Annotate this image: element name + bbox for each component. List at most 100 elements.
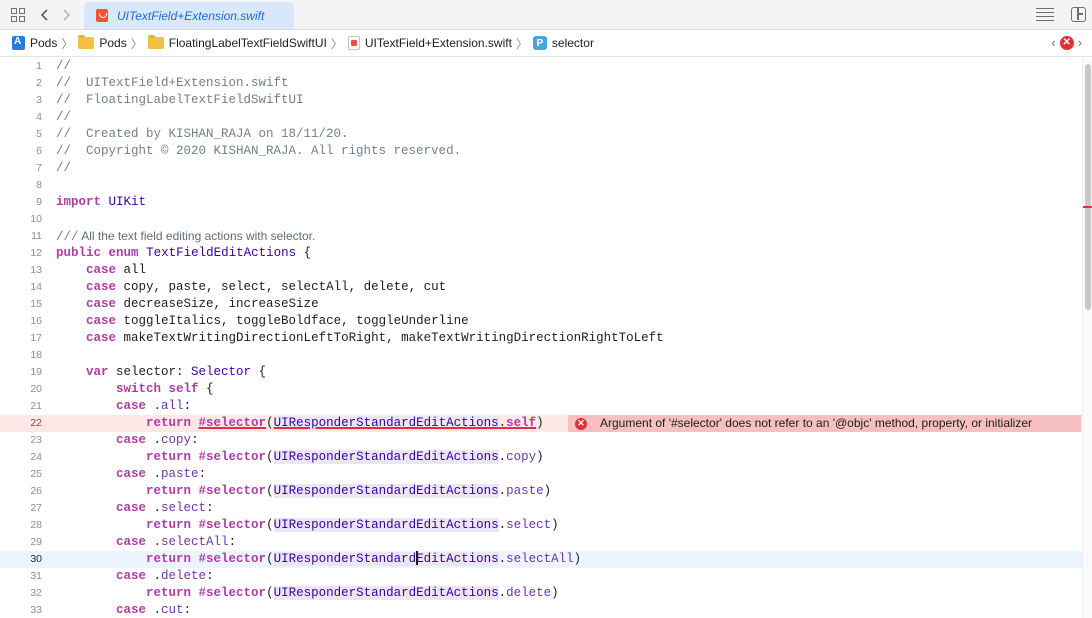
line-number: 17 bbox=[30, 332, 42, 344]
code-text: return #selector(UIResponderStandardEdit… bbox=[146, 551, 582, 566]
code-line[interactable]: 15 case decreaseSize, increaseSize bbox=[0, 296, 1082, 313]
code-text: case makeTextWritingDirectionLeftToRight… bbox=[86, 331, 664, 345]
swift-file-icon bbox=[347, 36, 360, 50]
code-text: case copy, paste, select, selectAll, del… bbox=[86, 280, 447, 294]
code-line[interactable]: 7 // bbox=[0, 160, 1082, 177]
line-number: 25 bbox=[30, 468, 42, 480]
breadcrumb-item-group[interactable]: FloatingLabelTextFieldSwiftUI 〉 bbox=[147, 35, 348, 52]
code-line[interactable]: 1 // bbox=[0, 58, 1082, 75]
code-line[interactable]: 13 case all bbox=[0, 262, 1082, 279]
code-line[interactable]: 18 bbox=[0, 347, 1082, 364]
code-line[interactable]: 16 case toggleItalics, toggleBoldface, t… bbox=[0, 313, 1082, 330]
breadcrumb-separator-icon: 〉 bbox=[515, 36, 528, 51]
code-text: // Copyright © 2020 KISHAN_RAJA. All rig… bbox=[56, 144, 462, 158]
next-issue-chevron-icon[interactable]: › bbox=[1078, 35, 1082, 50]
error-badge-icon[interactable]: ✕ bbox=[1059, 35, 1074, 50]
related-items-grid-icon[interactable] bbox=[8, 5, 28, 25]
line-number: 3 bbox=[36, 94, 42, 106]
code-text: public enum TextFieldEditActions { bbox=[56, 246, 312, 260]
back-chevron-icon[interactable] bbox=[34, 5, 54, 25]
line-number: 13 bbox=[30, 264, 42, 276]
code-line[interactable]: 30 return #selector(UIResponderStandardE… bbox=[0, 551, 1082, 568]
code-line[interactable]: 10 bbox=[0, 211, 1082, 228]
editor-scrollbar[interactable] bbox=[1082, 58, 1092, 618]
code-line[interactable]: 22 return #selector(UIResponderStandardE… bbox=[0, 415, 1082, 432]
code-text: return #selector(UIResponderStandardEdit… bbox=[146, 518, 559, 532]
code-text: // Created by KISHAN_RAJA on 18/11/20. bbox=[56, 127, 349, 141]
folder-icon bbox=[78, 35, 95, 49]
code-line[interactable]: 32 return #selector(UIResponderStandardE… bbox=[0, 585, 1082, 602]
previous-issue-chevron-icon[interactable]: ‹ bbox=[1051, 35, 1055, 50]
breadcrumb-item-pods-project[interactable]: Pods 〉 bbox=[12, 35, 78, 52]
text-caret bbox=[416, 551, 418, 565]
breadcrumb-label: UITextField+Extension.swift bbox=[364, 36, 512, 50]
line-number: 22 bbox=[30, 417, 42, 429]
code-text: case .cut: bbox=[116, 603, 192, 617]
code-text: case .all: bbox=[116, 399, 192, 413]
line-number: 31 bbox=[30, 570, 42, 582]
tab-bar: UITextField+Extension.swift bbox=[0, 0, 1092, 30]
breadcrumb-label: selector bbox=[551, 36, 594, 50]
scrollbar-thumb[interactable] bbox=[1085, 64, 1091, 310]
code-line[interactable]: 28 return #selector(UIResponderStandardE… bbox=[0, 517, 1082, 534]
editor-options-lines-icon[interactable] bbox=[1036, 8, 1054, 22]
code-line[interactable]: 26 return #selector(UIResponderStandardE… bbox=[0, 483, 1082, 500]
code-line[interactable]: 21 case .all: bbox=[0, 398, 1082, 415]
code-line[interactable]: 31 case .delete: bbox=[0, 568, 1082, 585]
line-number: 2 bbox=[36, 77, 42, 89]
code-line[interactable]: 33 case .cut: bbox=[0, 602, 1082, 618]
code-line[interactable]: 17 case makeTextWritingDirectionLeftToRi… bbox=[0, 330, 1082, 347]
code-line[interactable]: 27 case .select: bbox=[0, 500, 1082, 517]
breadcrumb-item-symbol[interactable]: P selector bbox=[532, 36, 594, 50]
line-number: 15 bbox=[30, 298, 42, 310]
property-icon: P bbox=[532, 36, 547, 50]
code-text: case all bbox=[86, 263, 147, 277]
tab-title: UITextField+Extension.swift bbox=[117, 8, 265, 23]
code-line[interactable]: 29 case .selectAll: bbox=[0, 534, 1082, 551]
folder-icon bbox=[147, 35, 164, 49]
code-text: case decreaseSize, increaseSize bbox=[86, 297, 319, 311]
source-editor[interactable]: 1 // 2 // UITextField+Extension.swift 3 // Fl… bbox=[0, 58, 1082, 618]
add-editor-panel-icon[interactable] bbox=[1071, 7, 1086, 22]
line-number: 7 bbox=[36, 162, 42, 174]
code-text: var selector: Selector { bbox=[86, 365, 267, 379]
code-line[interactable]: 20 switch self { bbox=[0, 381, 1082, 398]
code-text: // bbox=[56, 161, 72, 175]
code-text: case .select: bbox=[116, 501, 214, 515]
breadcrumb-separator-icon: 〉 bbox=[61, 36, 74, 51]
code-line[interactable]: 24 return #selector(UIResponderStandardE… bbox=[0, 449, 1082, 466]
code-line[interactable]: 2 // UITextField+Extension.swift bbox=[0, 75, 1082, 92]
code-line[interactable]: 12 public enum TextFieldEditActions { bbox=[0, 245, 1082, 262]
line-number: 24 bbox=[30, 451, 42, 463]
code-line[interactable]: 6 // Copyright © 2020 KISHAN_RAJA. All ri… bbox=[0, 143, 1082, 160]
code-line[interactable]: 19 var selector: Selector { bbox=[0, 364, 1082, 381]
code-line[interactable]: 8 bbox=[0, 177, 1082, 194]
line-number: 20 bbox=[30, 383, 42, 395]
line-number: 23 bbox=[30, 434, 42, 446]
forward-chevron-icon[interactable] bbox=[57, 5, 77, 25]
code-text: case .paste: bbox=[116, 467, 207, 481]
breadcrumb-label: Pods bbox=[99, 36, 127, 50]
line-number: 32 bbox=[30, 587, 42, 599]
code-line[interactable]: 4 // bbox=[0, 109, 1082, 126]
line-number: 14 bbox=[30, 281, 42, 293]
code-line[interactable]: 23 case .copy: bbox=[0, 432, 1082, 449]
swift-file-icon bbox=[96, 9, 108, 22]
line-number: 21 bbox=[30, 400, 42, 412]
code-line[interactable]: 3 // FloatingLabelTextFieldSwiftUI bbox=[0, 92, 1082, 109]
code-text: // FloatingLabelTextFieldSwiftUI bbox=[56, 93, 304, 107]
project-icon bbox=[12, 36, 25, 50]
code-text: return #selector(UIResponderStandardEdit… bbox=[146, 416, 544, 430]
breadcrumb-item-pods-folder[interactable]: Pods 〉 bbox=[78, 35, 147, 52]
code-line[interactable]: 9 import UIKit bbox=[0, 194, 1082, 211]
code-line[interactable]: 11 /// All the text field editing actions… bbox=[0, 228, 1082, 245]
code-line[interactable]: 14 case copy, paste, select, selectAll, … bbox=[0, 279, 1082, 296]
breadcrumb-label: Pods bbox=[30, 36, 58, 50]
editor-tab-active[interactable]: UITextField+Extension.swift bbox=[84, 2, 294, 29]
code-line[interactable]: 25 case .paste: bbox=[0, 466, 1082, 483]
code-line[interactable]: 5 // Created by KISHAN_RAJA on 18/11/20. bbox=[0, 126, 1082, 143]
inline-error-annotation[interactable]: ✕ Argument of '#selector' does not refer … bbox=[568, 415, 1081, 432]
breadcrumb-item-file[interactable]: UITextField+Extension.swift 〉 bbox=[347, 35, 533, 52]
line-number: 16 bbox=[30, 315, 42, 327]
line-number: 29 bbox=[30, 536, 42, 548]
